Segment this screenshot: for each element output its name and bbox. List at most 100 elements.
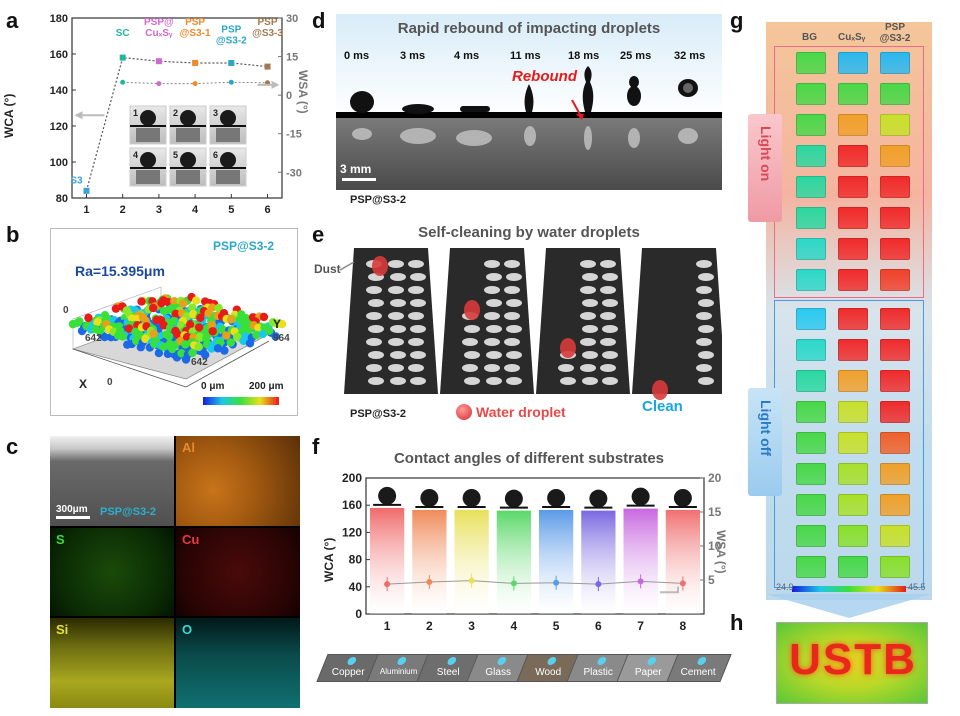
a-point-label: PSP [221,24,241,35]
e-dust-patch [504,286,520,294]
b-axis-y: Y [273,317,282,331]
f-ytick-label: 80 [349,553,363,567]
e-dust-patch [486,351,502,359]
e-dust-patch [368,377,384,385]
e-dust-patch [600,286,616,294]
e-dust-patch [484,338,500,346]
e-dust-patch [462,364,478,372]
panel-label-f: f [312,434,320,459]
f-xtick-label: 6 [595,619,602,633]
a-xtick-label: 3 [156,204,162,216]
g-thermal-tile [838,432,868,454]
a-wca-point [155,58,162,65]
eds-map-s [50,528,174,616]
e-dust-patch [696,286,712,294]
f-wsa-point [384,581,391,588]
f-ytick-label: 40 [349,580,363,594]
g-thermal-tile [838,308,868,330]
a-left-arrowhead [74,111,83,120]
a-y2tick-label: 0 [286,90,292,102]
g-thermal-tile [796,145,826,167]
e-dust-patch [600,260,616,268]
a-wca-point [264,63,271,70]
g-thermal-tile [796,432,826,454]
f-substrate-droplet [346,657,358,665]
g-light-on-label: Light on [758,126,774,182]
g-colorbar [792,586,906,592]
e-dust-patch [388,338,404,346]
e-dust-patch [410,299,426,307]
f-bar [581,510,616,614]
a-ytick-label: 80 [56,193,68,205]
e-frame-panel [344,248,438,394]
g-thermal-tile [880,432,910,454]
f-substrate-droplet [696,657,708,665]
a-point-label: CuₓSᵧ [145,28,173,39]
e-dust-patch [368,299,384,307]
f-xtick-label: 1 [384,619,391,633]
a-point-label: @S3-1 [180,28,211,39]
e-dust-patch [600,338,616,346]
e-dust-patch [600,312,616,320]
d-title: Rapid rebound of impacting droplets [397,20,661,37]
e-dust-label: Dust [314,262,341,276]
g-thermal-tile [796,463,826,485]
panel-label-e: e [312,222,325,247]
g-thermal-tile [880,463,910,485]
g-thermal-tile [838,207,868,229]
a-inset-droplet [140,110,156,126]
e-dust-patch [408,312,424,320]
e-dust-patch [696,260,712,268]
f-bar [454,509,489,614]
e-dust-patch [580,338,596,346]
a-y2tick-label: 15 [286,52,298,64]
e-dust-patch [388,260,404,268]
g-thermal-tile [838,370,868,392]
c-el-si: Si [56,622,69,637]
g-thermal-tile [796,308,826,330]
f-wsa-point [637,578,644,585]
b-cbar-max: 200 μm [249,381,284,392]
a-wca-point [119,54,126,61]
b-surface-cell [137,297,146,306]
f-wsa-point [426,579,433,586]
g-thermal-tile [880,308,910,330]
e-dust-patch [390,299,406,307]
c-scale-bar [56,516,90,519]
a-inset-droplet [180,152,196,168]
b-surface-cell [220,346,229,355]
d-time-label: 32 ms [674,50,706,62]
g-cbar-min: 24.9 [776,582,794,592]
b-surface-cell [179,299,188,308]
a-ytick-label: 180 [50,13,68,25]
panel-h-thermal: USTB [776,622,928,704]
e-dust-patch [388,364,404,372]
e-dust-patch [390,325,406,333]
g-thermal-tile [838,269,868,291]
e-dust-patch [484,312,500,320]
e-dust-patch [602,351,618,359]
g-thermal-tile [880,145,910,167]
b-tick-642b: 642 [191,357,208,368]
g-thermal-tile [796,207,826,229]
e-dust-patch [410,377,426,385]
d-scale: 3 mm [340,162,372,176]
e-dust-patch [582,377,598,385]
b-surface-cell [226,338,235,347]
a-inset-droplet [180,110,196,126]
e-dust-patch [580,260,596,268]
f-substrate-label: Aluminium [379,667,418,676]
g-thermal-tile [880,207,910,229]
panel-label-b: b [6,222,20,247]
f-ytick-label: 160 [342,498,362,512]
g-thermal-tile [796,176,826,198]
b-surface-cell [259,312,269,322]
a-inset-number: 6 [213,150,218,160]
g-thermal-tile [838,83,868,105]
eds-map-o [176,618,300,708]
f-substrate-droplet [446,657,458,665]
g-thermal-tile [880,176,910,198]
d-time-label: 3 ms [400,50,426,62]
g-thermal-tile [880,494,910,516]
g-thermal-tile [838,145,868,167]
